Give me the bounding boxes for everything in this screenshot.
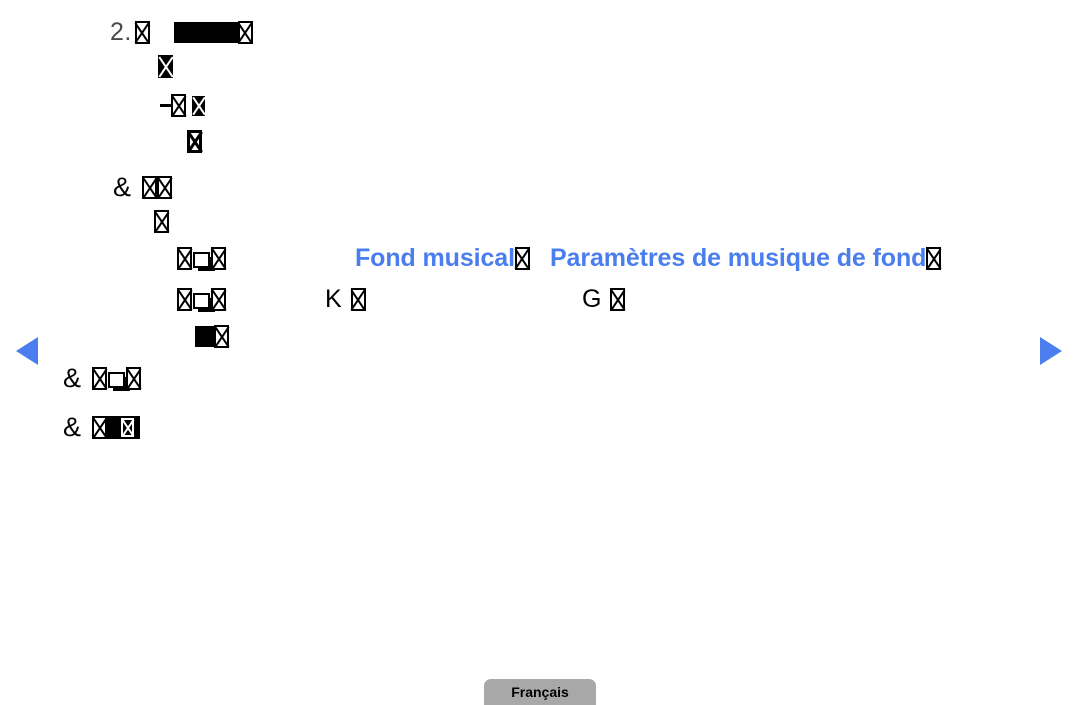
inverse-block-glyph	[107, 416, 141, 439]
option-row-3[interactable]	[195, 325, 229, 348]
missing-glyph-box	[214, 325, 229, 348]
missing-glyph-box-filled	[192, 95, 205, 116]
white-square-glyph	[193, 252, 215, 271]
missing-glyph-box	[610, 288, 626, 311]
missing-glyph-box-filled	[158, 55, 173, 78]
link-parametres-musique[interactable]: Paramètres de musique de fond	[550, 246, 926, 271]
white-square-glyph	[108, 372, 131, 391]
step-number: 2.	[110, 18, 132, 46]
solid-block-glyph	[194, 22, 219, 43]
dash-glyph	[160, 103, 171, 107]
missing-glyph-box	[177, 247, 192, 270]
missing-glyph-box	[126, 367, 142, 390]
language-button[interactable]: Français	[484, 679, 596, 705]
key-label-k: K	[325, 285, 342, 313]
missing-glyph-box	[514, 247, 530, 270]
missing-glyph-box	[154, 210, 169, 233]
missing-glyph-box	[237, 21, 253, 44]
missing-glyph-box	[211, 247, 226, 270]
missing-glyph-box	[134, 21, 150, 44]
missing-glyph-box	[142, 176, 158, 199]
note-3: &	[63, 412, 141, 442]
missing-glyph-box	[926, 247, 942, 270]
note-1-line-2	[154, 210, 169, 233]
note-1: &	[113, 172, 173, 202]
step-2-line-2	[158, 55, 173, 78]
option-row-2-key-left: K	[325, 287, 366, 312]
missing-glyph-box	[92, 416, 108, 439]
step-2-heading: 2.	[110, 20, 253, 45]
note-2: &	[63, 363, 142, 393]
missing-glyph-box	[157, 176, 173, 199]
option-row-2[interactable]	[177, 288, 226, 312]
missing-glyph-box	[171, 94, 186, 117]
missing-glyph-box	[92, 367, 108, 390]
key-label-g: G	[582, 285, 602, 313]
option-row-1[interactable]	[177, 247, 226, 271]
next-page-arrow-icon[interactable]	[1040, 337, 1062, 365]
step-2-line-3	[160, 94, 205, 117]
missing-glyph-box	[350, 288, 366, 311]
solid-block-glyph	[195, 326, 214, 347]
missing-glyph-box	[177, 288, 192, 311]
white-square-glyph	[193, 293, 215, 312]
missing-glyph-box-inverse	[121, 418, 135, 437]
ampersand-bullet: &	[113, 172, 132, 202]
previous-page-arrow-icon[interactable]	[16, 337, 38, 365]
ampersand-bullet: &	[63, 363, 82, 393]
missing-glyph-box	[211, 288, 226, 311]
solid-block-glyph	[218, 22, 238, 43]
step-2-line-4	[187, 130, 202, 153]
ampersand-bullet: &	[63, 412, 82, 442]
missing-glyph-box-double	[187, 130, 202, 153]
solid-block-glyph	[173, 22, 195, 43]
link-fond-musical[interactable]: Fond musical	[355, 246, 515, 271]
option-row-1-labels: Fond musical Paramètres de musique de fo…	[355, 246, 942, 271]
option-row-2-key-right: G	[582, 285, 626, 313]
manual-page: 2. & Fond musical Paramètres de musique …	[0, 0, 1080, 705]
